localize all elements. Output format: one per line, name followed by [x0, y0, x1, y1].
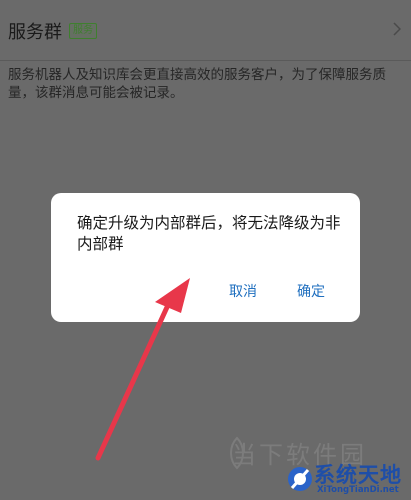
brand-logo-icon — [288, 467, 312, 491]
brand-url: XiTongTianDi.net — [317, 485, 399, 495]
red-arrow-annotation — [95, 278, 190, 461]
